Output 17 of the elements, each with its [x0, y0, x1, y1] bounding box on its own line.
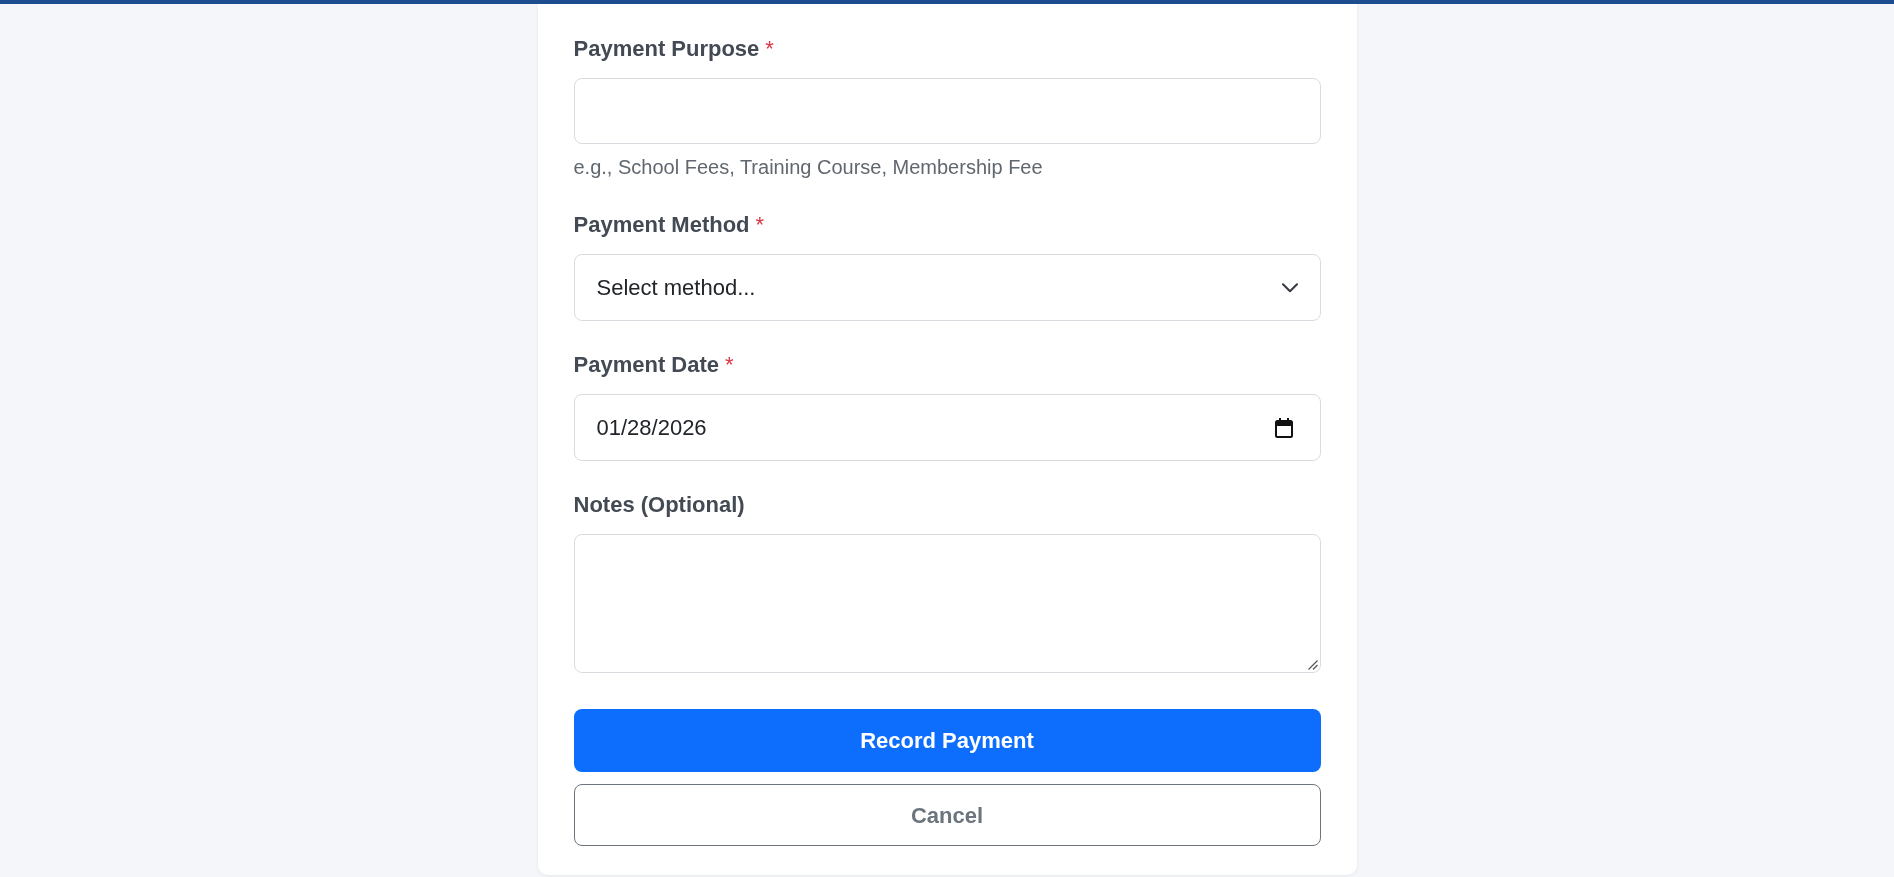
- help-text: e.g., School Fees, Training Course, Membership Fee: [573, 155, 1044, 180]
- required-asterisk: *: [725, 351, 734, 379]
- cancel-button[interactable]: Cancel: [573, 784, 1321, 846]
- resize-handle-icon[interactable]: [1307, 660, 1318, 670]
- required-asterisk: *: [765, 35, 774, 63]
- submit-button[interactable]: Record Payment: [573, 709, 1321, 772]
- field-label: Payment Purpose: [573, 35, 760, 63]
- field-label: Notes (Optional): [573, 491, 745, 519]
- notes-textarea-field[interactable]: [573, 534, 1321, 673]
- calendar-icon[interactable]: [1274, 417, 1293, 438]
- date-input-field[interactable]: 01/28/2026: [573, 394, 1321, 461]
- text-input-field[interactable]: [573, 78, 1321, 144]
- required-asterisk: *: [755, 211, 765, 239]
- select-dropdown[interactable]: Select method...: [573, 254, 1321, 321]
- field-label: Payment Method: [573, 211, 750, 239]
- field-label: Payment Date: [573, 351, 719, 379]
- chevron-down-icon: [1281, 282, 1298, 293]
